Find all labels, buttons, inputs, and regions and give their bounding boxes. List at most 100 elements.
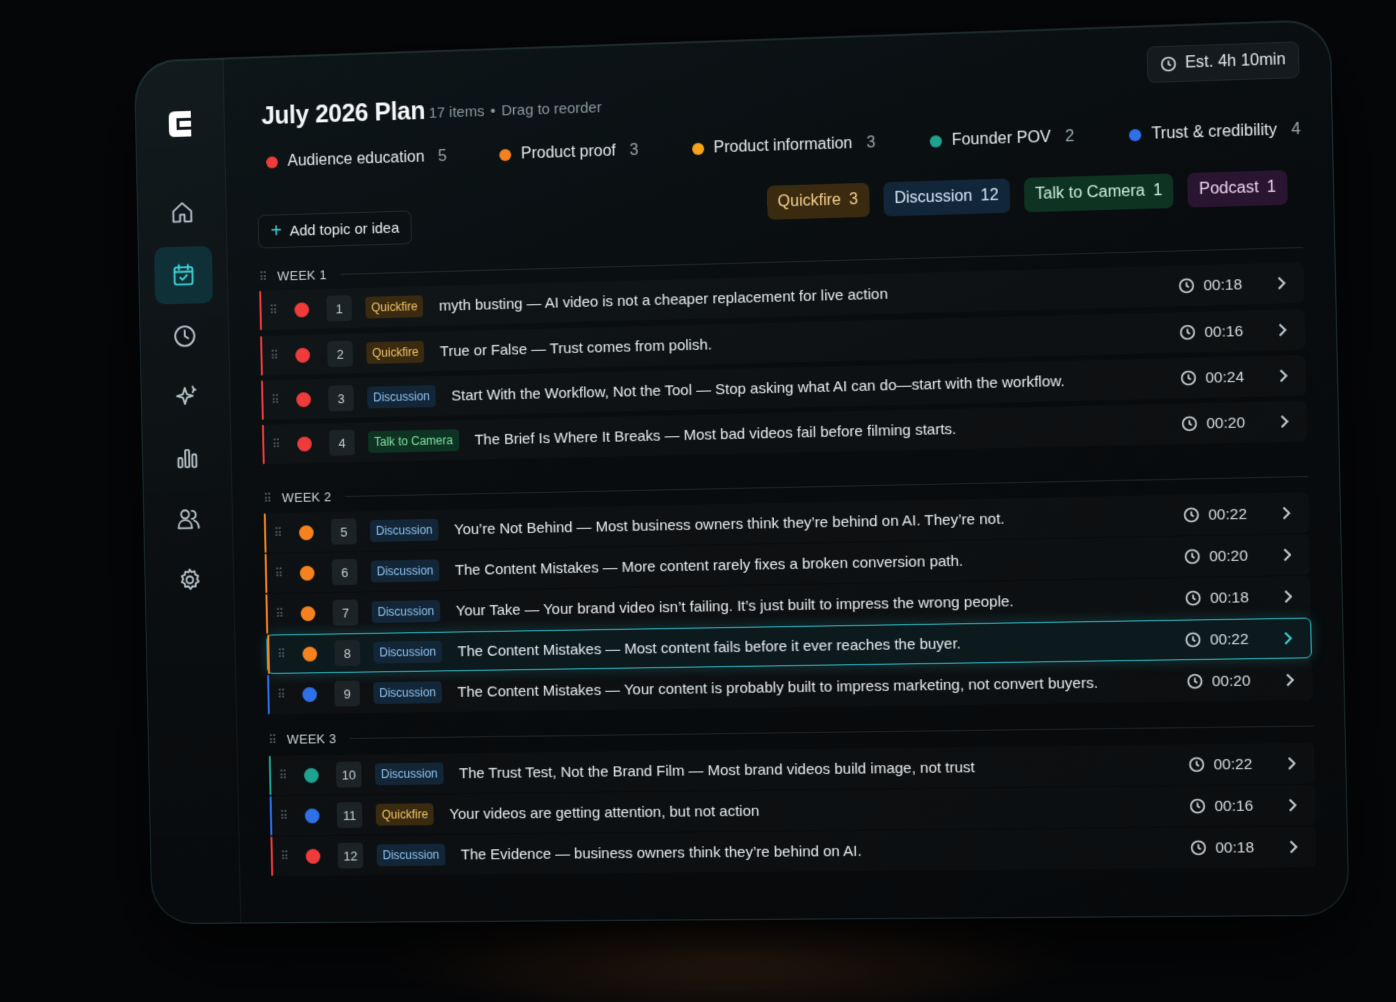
drag-handle-icon[interactable]: ⠿ xyxy=(274,526,286,540)
clock-icon xyxy=(1180,324,1197,341)
chevron-right-icon[interactable] xyxy=(1283,755,1300,771)
category-bar xyxy=(265,554,268,593)
chevron-right-icon[interactable] xyxy=(1275,367,1292,384)
clock-icon xyxy=(1183,507,1200,524)
filter-count: 1 xyxy=(1267,179,1277,198)
nav-home[interactable] xyxy=(153,183,212,242)
subtitle-separator: • xyxy=(490,103,496,120)
category-bar xyxy=(267,635,270,674)
category-audience-education[interactable]: Audience education 5 xyxy=(266,148,447,171)
filter-label: Quickfire xyxy=(778,192,842,212)
chevron-right-icon[interactable] xyxy=(1279,588,1296,605)
clock-icon xyxy=(1179,277,1196,294)
item-number: 10 xyxy=(336,762,362,788)
users-icon xyxy=(175,505,203,533)
nav-team[interactable] xyxy=(159,490,218,548)
format-tag: Discussion xyxy=(375,763,444,786)
week-label: WEEK 2 xyxy=(282,489,332,505)
week-label: WEEK 1 xyxy=(277,267,327,283)
drag-handle-icon[interactable]: ⠿ xyxy=(268,733,277,747)
format-tag: Talk to Camera xyxy=(368,429,459,453)
drag-handle-icon[interactable]: ⠿ xyxy=(259,269,268,283)
category-dot xyxy=(301,606,316,621)
filter-label: Talk to Camera xyxy=(1035,182,1145,203)
nav-settings[interactable] xyxy=(160,551,219,609)
format-tag: Discussion xyxy=(373,641,442,664)
item-duration: 00:16 xyxy=(1180,322,1244,341)
drag-handle-icon[interactable]: ⠿ xyxy=(269,303,281,317)
item-title: myth busting — AI video is not a cheaper… xyxy=(439,277,1179,314)
category-dot xyxy=(299,525,314,540)
category-founder-pov[interactable]: Founder POV 2 xyxy=(929,128,1074,151)
chevron-right-icon[interactable] xyxy=(1285,839,1302,855)
category-bar xyxy=(270,837,273,876)
drag-handle-icon[interactable]: ⠿ xyxy=(280,849,292,863)
drag-handle-icon[interactable]: ⠿ xyxy=(275,566,287,580)
category-dot xyxy=(692,143,704,155)
chevron-right-icon[interactable] xyxy=(1284,797,1301,813)
item-title: Your Take — Your brand video isn’t faili… xyxy=(456,590,1186,619)
category-dot xyxy=(305,808,320,823)
chevron-right-icon[interactable] xyxy=(1274,322,1291,339)
chevron-right-icon[interactable] xyxy=(1281,672,1298,689)
drag-handle-icon[interactable]: ⠿ xyxy=(275,607,287,621)
duration-label: 00:24 xyxy=(1205,368,1244,386)
chevron-right-icon[interactable] xyxy=(1278,505,1295,522)
category-product-proof[interactable]: Product proof 3 xyxy=(499,142,639,164)
item-duration: 00:18 xyxy=(1179,276,1243,295)
drag-handle-icon[interactable]: ⠿ xyxy=(280,809,292,823)
item-number: 5 xyxy=(331,518,357,544)
clock-icon xyxy=(1191,840,1208,856)
nav-ai[interactable] xyxy=(157,368,216,426)
drag-handle-icon[interactable]: ⠿ xyxy=(279,768,291,782)
clock-icon xyxy=(1160,56,1177,73)
chevron-right-icon[interactable] xyxy=(1279,630,1296,647)
item-duration: 00:20 xyxy=(1184,547,1248,565)
format-tag: Discussion xyxy=(371,559,440,582)
category-trust-credibility[interactable]: Trust & credibility 4 xyxy=(1129,121,1301,145)
duration-label: 00:22 xyxy=(1208,505,1247,523)
drag-handle-icon[interactable]: ⠿ xyxy=(263,491,272,505)
chevron-right-icon[interactable] xyxy=(1279,547,1296,564)
filter-quickfire[interactable]: Quickfire 3 xyxy=(766,183,869,220)
clock-icon xyxy=(1181,370,1198,387)
drag-handle-icon[interactable]: ⠿ xyxy=(271,393,283,407)
category-dot xyxy=(929,135,941,147)
category-bar xyxy=(265,594,268,633)
item-count: 17 items xyxy=(429,103,485,122)
chevron-right-icon[interactable] xyxy=(1276,413,1293,430)
add-topic-button[interactable]: + Add topic or idea xyxy=(258,210,413,248)
nav-calendar[interactable] xyxy=(154,246,213,305)
item-number: 4 xyxy=(329,430,355,456)
clock-icon xyxy=(1185,632,1202,648)
filter-talk-to-camera[interactable]: Talk to Camera 1 xyxy=(1024,174,1174,213)
category-count: 5 xyxy=(438,148,447,166)
drag-handle-icon[interactable]: ⠿ xyxy=(270,348,282,362)
duration-label: 00:20 xyxy=(1209,547,1248,565)
app-window: July 2026 Plan 17 items • Drag to reorder … xyxy=(134,19,1350,924)
category-bar xyxy=(270,796,273,835)
filter-discussion[interactable]: Discussion 12 xyxy=(883,178,1010,216)
item-title: The Evidence — business owners think the… xyxy=(461,839,1191,863)
category-product-information[interactable]: Product information 3 xyxy=(692,134,876,158)
duration-label: 00:16 xyxy=(1214,797,1253,815)
category-dot xyxy=(306,848,321,863)
add-topic-label: Add topic or idea xyxy=(289,219,399,239)
category-dot xyxy=(296,392,311,407)
filter-podcast[interactable]: Podcast 1 xyxy=(1188,170,1288,207)
duration-label: 00:22 xyxy=(1210,630,1249,648)
drag-handle-icon[interactable]: ⠿ xyxy=(277,647,289,661)
drag-handle-icon[interactable]: ⠿ xyxy=(277,687,289,701)
item-title: True or False — Trust comes from polish. xyxy=(440,324,1180,360)
item-duration: 00:24 xyxy=(1181,368,1245,387)
page-subtitle: 17 items • Drag to reorder xyxy=(429,99,602,122)
clock-icon xyxy=(171,322,199,350)
category-dot xyxy=(297,436,312,451)
nav-analytics[interactable] xyxy=(158,429,217,487)
item-number: 12 xyxy=(338,843,364,869)
week-header: ⠿ WEEK 3 xyxy=(268,718,1313,747)
chevron-right-icon[interactable] xyxy=(1273,275,1290,292)
drag-handle-icon[interactable]: ⠿ xyxy=(272,437,284,451)
estimate-label: Est. 4h 10min xyxy=(1185,51,1286,73)
nav-history[interactable] xyxy=(155,307,214,365)
